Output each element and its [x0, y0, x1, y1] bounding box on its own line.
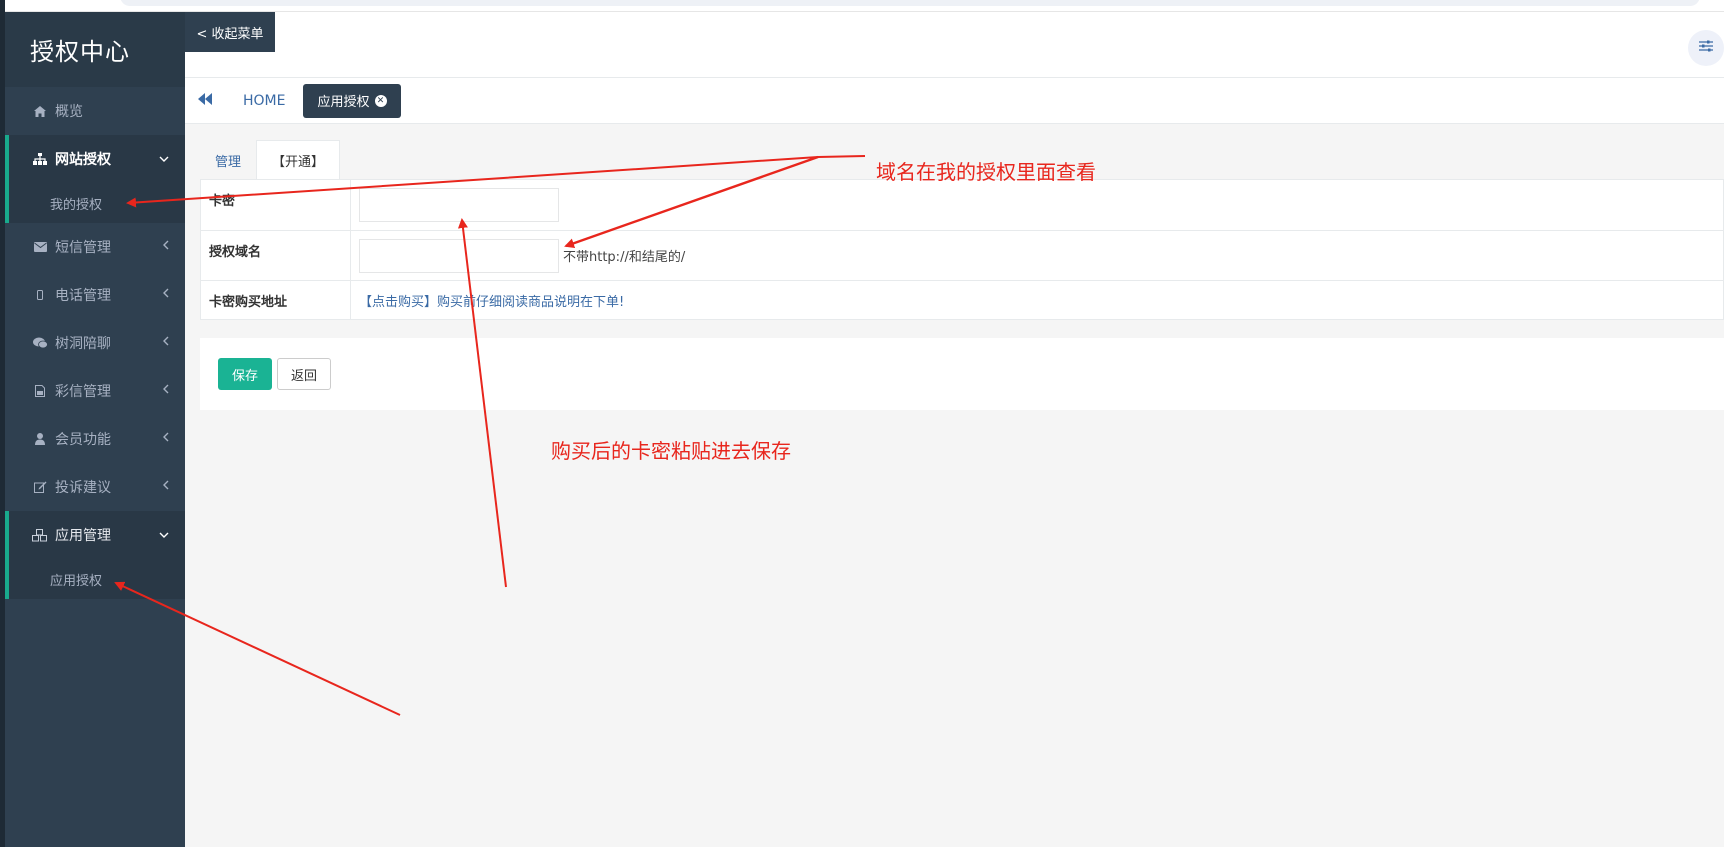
sidebar-item-label: 会员功能: [55, 432, 111, 448]
sidebar-item-phone[interactable]: 电话管理: [5, 271, 185, 319]
sidebar-item-app-manage[interactable]: 应用管理: [9, 511, 185, 559]
tab-app-auth[interactable]: 应用授权 ✕: [303, 83, 401, 118]
buy-label: 卡密购买地址: [201, 281, 351, 319]
annotation-note-card: 购买后的卡密粘贴进去保存: [551, 439, 791, 463]
buy-link[interactable]: 【点击购买】购买前仔细阅读商品说明在下单!: [359, 291, 624, 310]
close-icon[interactable]: ✕: [374, 94, 387, 107]
chevron-down-icon: [159, 151, 169, 166]
sidebar-item-label: 树洞陪聊: [55, 336, 111, 352]
subtab-open[interactable]: 【开通】: [256, 140, 341, 180]
sidebar: 授权中心 概览 网站授权 我的授权 短信管理 电话管理 树洞陪聊 彩信管理 会员…: [5, 12, 185, 847]
sidebar-subitem-app-auth[interactable]: 应用授权: [9, 559, 185, 599]
sidebar-item-label: 投诉建议: [55, 480, 111, 496]
sidebar-item-overview[interactable]: 概览: [5, 87, 185, 135]
browser-top-strip: [0, 0, 1724, 12]
chevron-left-icon: [163, 239, 169, 254]
buy-field: 【点击购买】购买前仔细阅读商品说明在下单!: [351, 281, 632, 319]
button-panel: 保存 返回: [200, 338, 1724, 410]
domain-hint: 不带http://和结尾的/: [563, 250, 686, 265]
card-label: 卡密: [201, 180, 351, 230]
domain-field: 不带http://和结尾的/: [351, 231, 693, 280]
sidebar-item-label: 概览: [55, 104, 83, 120]
form-row-domain: 授权域名 不带http://和结尾的/: [201, 231, 1723, 281]
chevron-left-icon: [163, 383, 169, 398]
sidebar-item-feedback[interactable]: 投诉建议: [5, 463, 185, 511]
brand: 授权中心: [5, 12, 185, 87]
tabs-bar: HOME 应用授权 ✕: [185, 78, 1724, 124]
domain-input[interactable]: [359, 238, 559, 273]
sidebar-item-label: 短信管理: [55, 240, 111, 256]
sidebar-item-label: 应用管理: [55, 528, 111, 544]
sidebar-item-label: 电话管理: [55, 288, 111, 304]
user-icon: [31, 432, 49, 446]
sidebar-item-label: 彩信管理: [55, 384, 111, 400]
envelope-icon: [31, 240, 49, 254]
tabs-scroll-left-button[interactable]: [185, 78, 225, 124]
chevron-left-icon: [163, 479, 169, 494]
sidebar-item-mms[interactable]: 彩信管理: [5, 367, 185, 415]
double-chevron-left-icon: [198, 92, 212, 109]
tab-label: 应用授权: [317, 95, 370, 110]
save-button[interactable]: 保存: [218, 358, 272, 390]
domain-label: 授权域名: [201, 231, 351, 280]
form-row-buy: 卡密购买地址 【点击购买】购买前仔细阅读商品说明在下单!: [201, 281, 1723, 319]
sidebar-subitem-my-auth[interactable]: 我的授权: [9, 183, 185, 223]
back-button[interactable]: 返回: [277, 358, 331, 390]
home-icon: [31, 104, 49, 118]
file-image-icon: [31, 384, 49, 398]
brand-title: 授权中心: [30, 38, 130, 66]
sidebar-item-member[interactable]: 会员功能: [5, 415, 185, 463]
settings-button[interactable]: [1688, 30, 1724, 66]
sub-tabs: 管理 【开通】: [200, 140, 341, 180]
sidebar-item-site-auth[interactable]: 网站授权: [9, 135, 185, 183]
sitemap-icon: [31, 152, 49, 166]
chevron-down-icon: [159, 527, 169, 542]
wechat-icon: [31, 336, 49, 350]
top-header: [185, 12, 1724, 78]
sidebar-item-label: 网站授权: [55, 152, 111, 168]
sidebar-group-app: 应用管理 应用授权: [5, 511, 185, 599]
mobile-icon: [31, 288, 49, 302]
main-content: 管理 【开通】 卡密 授权域名 不带http://和结尾的/ 卡密购买地址 【点…: [185, 124, 1724, 847]
sidebar-group-site-auth: 网站授权 我的授权: [5, 135, 185, 223]
card-field: [351, 180, 567, 230]
form-row-card: 卡密: [201, 180, 1723, 231]
sidebar-item-sms[interactable]: 短信管理: [5, 223, 185, 271]
tab-home[interactable]: HOME: [225, 78, 303, 124]
auth-form: 卡密 授权域名 不带http://和结尾的/ 卡密购买地址 【点击购买】购买前仔…: [200, 179, 1724, 320]
sliders-icon: [1698, 39, 1714, 57]
card-input[interactable]: [359, 188, 559, 222]
chevron-left-icon: [163, 335, 169, 350]
chevron-left-icon: [163, 431, 169, 446]
chevron-left-icon: [163, 287, 169, 302]
address-bar[interactable]: [120, 0, 1700, 6]
subtab-manage[interactable]: 管理: [200, 140, 256, 180]
collapse-menu-button[interactable]: < 收起菜单: [185, 12, 275, 52]
annotation-note-domain: 域名在我的授权里面查看: [876, 160, 1096, 184]
edit-icon: [31, 480, 49, 494]
cubes-icon: [31, 528, 49, 542]
sidebar-item-chat[interactable]: 树洞陪聊: [5, 319, 185, 367]
